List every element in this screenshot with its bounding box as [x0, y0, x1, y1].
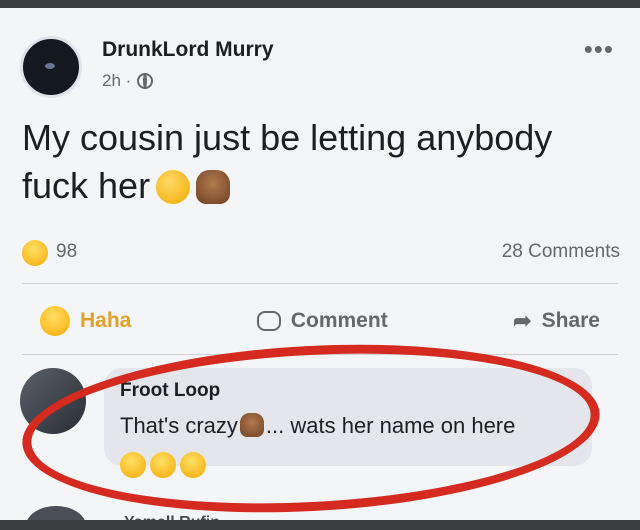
- comment-button[interactable]: Comment: [239, 309, 406, 333]
- reaction-count[interactable]: 98: [56, 241, 77, 263]
- commenter-avatar[interactable]: [20, 368, 86, 434]
- facepalm-emoji-icon: [196, 170, 231, 204]
- share-icon: ➦: [513, 308, 532, 333]
- laughing-emoji-icon: [180, 452, 206, 478]
- haha-reaction-icon[interactable]: [22, 240, 48, 266]
- author-name[interactable]: DrunkLord Murry: [102, 38, 274, 62]
- post-time[interactable]: 2h ·: [102, 71, 131, 91]
- facepalm-emoji-icon: [239, 413, 264, 437]
- globe-icon: [137, 73, 154, 89]
- more-options-icon[interactable]: •••: [584, 36, 614, 62]
- comment-text-before: That's crazy: [120, 413, 238, 438]
- action-bar: Haha Comment ➦ Share: [22, 298, 618, 344]
- laugh-emoji-row: [120, 452, 206, 478]
- commenter-name[interactable]: Froot Loop: [120, 380, 220, 402]
- haha-label: Haha: [80, 309, 132, 332]
- share-button[interactable]: ➦ Share: [495, 308, 618, 334]
- post-card: DrunkLord Murry 2h · ••• My cousin just …: [0, 8, 640, 522]
- laughing-emoji-icon: [150, 452, 176, 478]
- post-stats: 98 28 Comments: [22, 238, 620, 268]
- comment-icon: [256, 311, 281, 331]
- author-avatar[interactable]: [20, 36, 82, 98]
- comment-text-after: ... wats her name on here: [265, 413, 516, 438]
- comment-label: Comment: [290, 309, 388, 332]
- divider: [22, 283, 618, 284]
- haha-button[interactable]: Haha: [22, 306, 149, 336]
- share-label: Share: [541, 309, 600, 332]
- post-text-content: My cousin just be letting anybody fuck h…: [22, 117, 553, 206]
- laughing-emoji-icon: [120, 452, 146, 478]
- post-meta: 2h ·: [102, 71, 154, 91]
- comment-text: That's crazy ... wats her name on here: [120, 413, 515, 439]
- unamused-emoji-icon: [156, 170, 191, 204]
- bottom-bar: [0, 520, 640, 530]
- divider: [22, 354, 618, 355]
- comments-count[interactable]: 28 Comments: [502, 241, 620, 263]
- haha-icon: [40, 306, 70, 336]
- post-text: My cousin just be letting anybody fuck h…: [22, 114, 612, 210]
